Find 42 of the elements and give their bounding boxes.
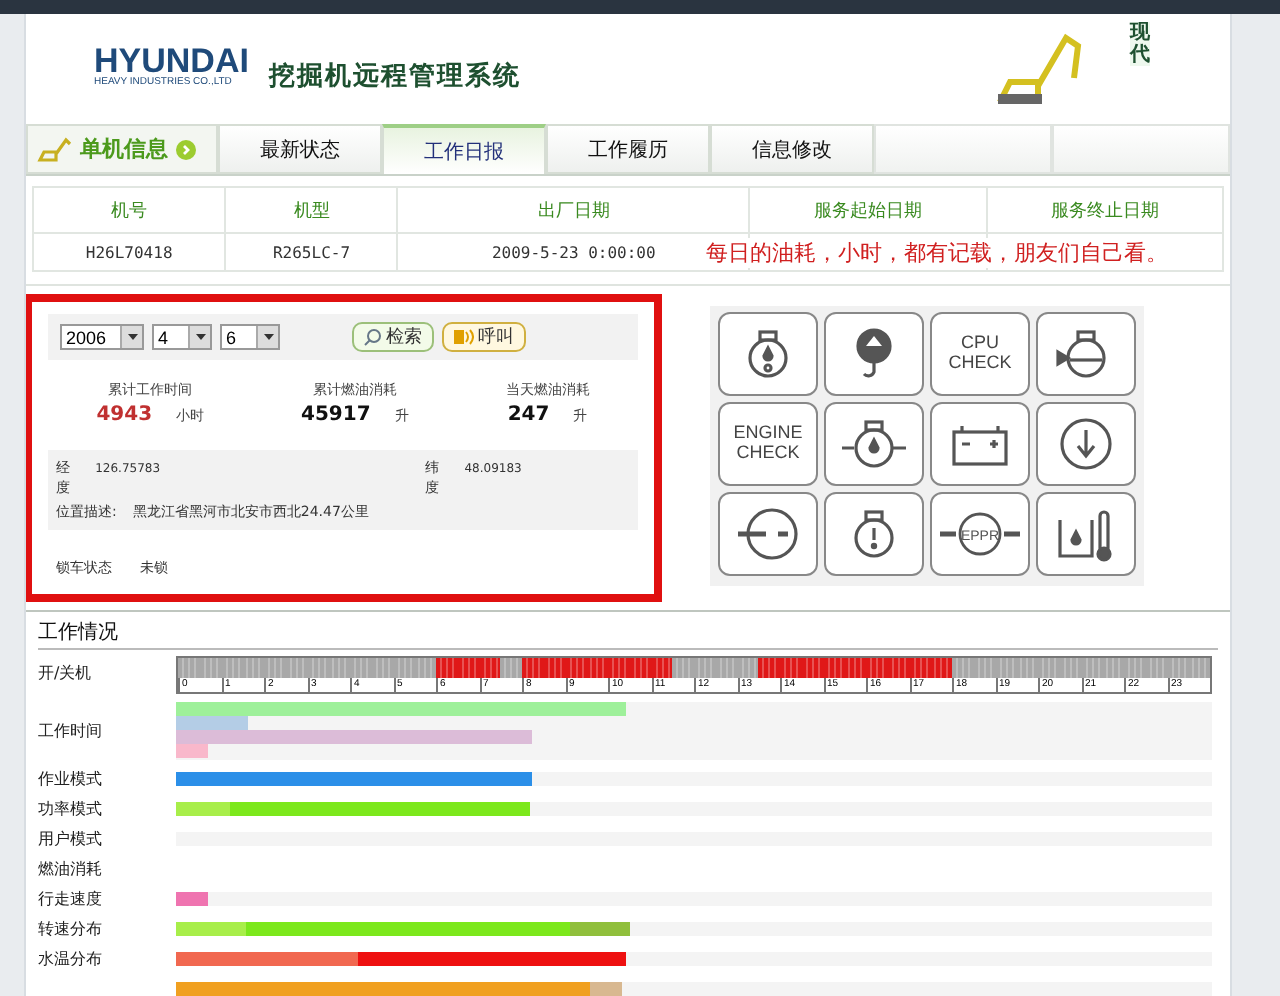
signal-icon [454,328,474,346]
date-select[interactable]: 4 [152,324,212,350]
row-label: 燃油消耗 [38,858,104,880]
stat-value: 4943 [96,404,153,426]
row-label: 用户模式 [38,828,104,850]
column-header: 机号 [33,187,226,233]
row-label: 行走速度 [38,888,104,910]
table-cell: R265LC-7 [225,233,398,271]
row-label: 工作时间 [38,719,104,741]
column-header: 服务起始日期 [749,187,987,233]
row-label: 转速分布 [38,918,104,940]
column-header: 机型 [225,187,398,233]
tab[interactable]: 工作履历 [546,124,710,174]
search-icon [364,328,382,346]
date-select[interactable]: 2006 [60,324,144,350]
column-header: 出厂日期 [397,187,750,233]
date-select[interactable]: 6 [220,324,280,350]
tab[interactable]: 最新状态 [218,124,382,174]
table-cell: H26L70418 [33,233,226,271]
arrow-circle-icon [176,139,196,159]
stat-value: 45917 [301,404,371,426]
logo: HYUNDAI [94,44,249,78]
call-button[interactable]: 呼叫 [442,322,526,352]
section-title: 工作情况 [38,618,1218,650]
tab[interactable]: 信息修改 [710,124,874,174]
caret-icon [195,334,205,340]
search-button[interactable]: 检索 [352,322,434,352]
row-label: 开/关机 [38,662,94,684]
brand-vertical-text: 现代 [1130,22,1150,66]
caret-icon [263,334,273,340]
column-header: 服务终止日期 [986,187,1223,233]
system-title: 挖掘机远程管理系统 [268,59,521,94]
row-label: 水温分布 [38,948,104,970]
warning-label: CPU CHECK [946,334,1014,374]
section-label: 单机信息 [80,134,168,164]
warning-label: ENGINE CHECK [731,424,805,464]
caret-icon [127,334,137,340]
row-label: 功率模式 [38,798,104,820]
excavator-icon [36,135,72,163]
row-label: 作业模式 [38,768,104,790]
tab[interactable]: 工作日报 [382,124,546,174]
stat-value: 247 [507,404,550,426]
